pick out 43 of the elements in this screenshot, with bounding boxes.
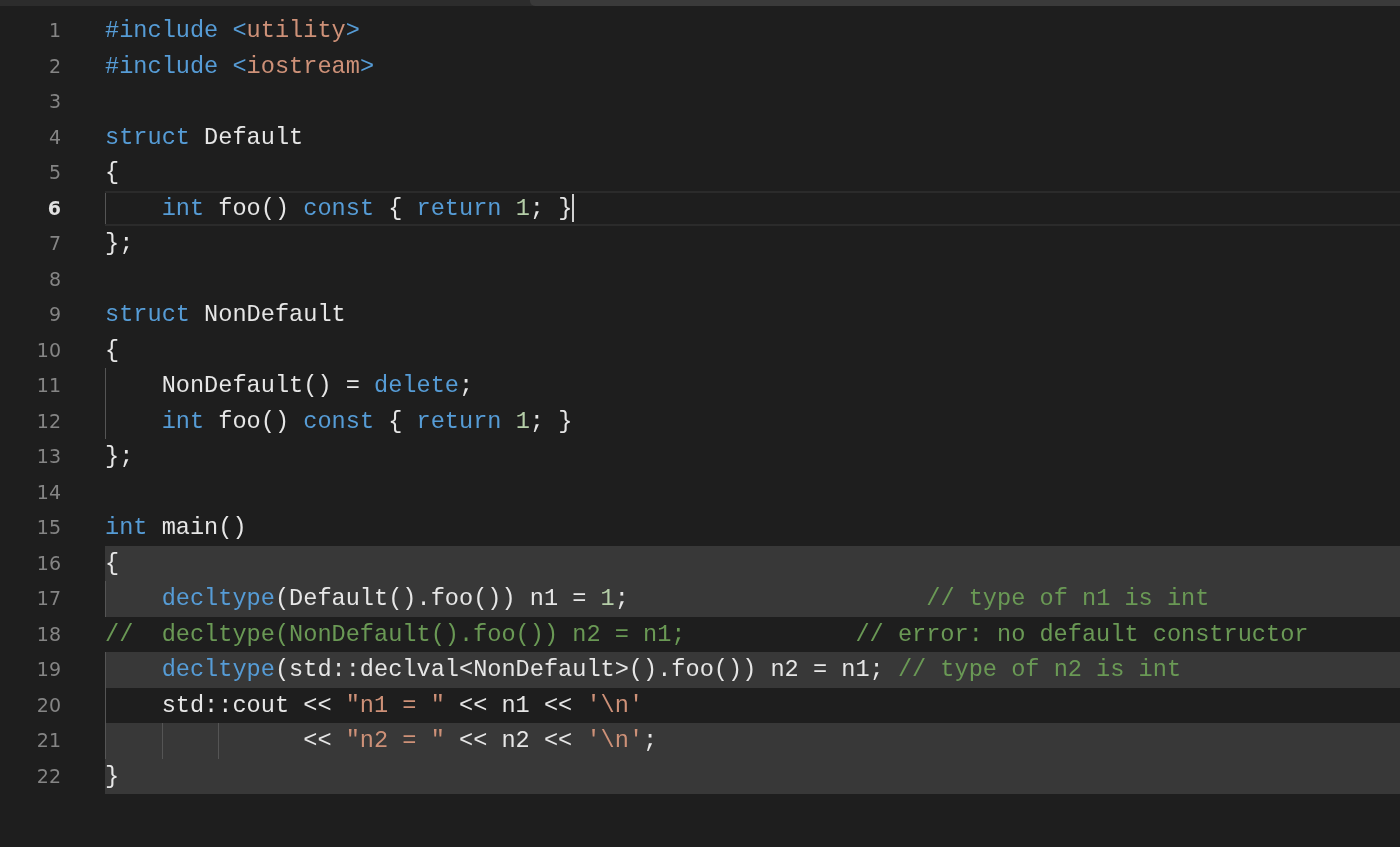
- line-number: 20: [36, 692, 61, 718]
- line-number: 8: [48, 266, 61, 292]
- line-number: 5: [48, 160, 61, 185]
- line-number: 3: [48, 89, 61, 114]
- line-number: 12: [36, 408, 61, 434]
- line-number: 14: [36, 479, 61, 505]
- line-number: 4: [48, 124, 61, 150]
- code-line: // decltype(NonDefault().foo()) n2 = n1; // error: no default constructor: [105, 619, 1309, 650]
- line-number: 10: [36, 337, 61, 363]
- code-line: }: [105, 761, 120, 792]
- code-line: };: [105, 229, 134, 259]
- code-line: NonDefault() = delete;: [160, 371, 474, 401]
- code-line: decltype(std::declval<NonDefault>().foo()) n2 = n1; // type of n2 is int: [160, 655, 1182, 685]
- code-line: {: [105, 158, 120, 188]
- line-number: 15: [36, 515, 61, 540]
- code-line: int main(): [105, 513, 247, 543]
- code-line: std::cout << "n1 = " << n1 << '\n': [160, 690, 644, 721]
- code-line: int foo() const { return 1; }: [160, 406, 573, 437]
- code-line: << "n2 = " << n2 << '\n';: [302, 726, 658, 756]
- line-number: 11: [36, 373, 61, 398]
- line-number: 7: [48, 231, 61, 256]
- text-cursor: [572, 194, 575, 223]
- line-number: 1: [48, 18, 61, 43]
- line-number: 17: [36, 586, 61, 611]
- code-line: #include <utility>: [105, 16, 360, 46]
- line-number: 21: [36, 728, 61, 753]
- line-number: 6: [47, 195, 61, 221]
- code-line: {: [105, 548, 120, 579]
- line-number: 22: [36, 763, 61, 789]
- code-line: int foo() const { return 1; }: [160, 193, 573, 224]
- code-line: {: [105, 335, 120, 366]
- line-number: 9: [48, 302, 61, 327]
- line-number: 18: [36, 621, 61, 647]
- line-number: 19: [36, 657, 61, 682]
- scrollbar-thumb[interactable]: [530, 0, 1400, 6]
- line-number: 2: [48, 53, 61, 79]
- line-number: 13: [36, 444, 61, 469]
- code-line: struct NonDefault: [105, 300, 346, 330]
- code-line: };: [105, 442, 134, 472]
- code-line: decltype(Default().foo()) n1 = 1; // type of n1 is int: [160, 584, 1210, 614]
- code-line: struct Default: [105, 122, 304, 153]
- line-number: 16: [36, 550, 61, 576]
- code-line: #include <iostream>: [105, 51, 375, 82]
